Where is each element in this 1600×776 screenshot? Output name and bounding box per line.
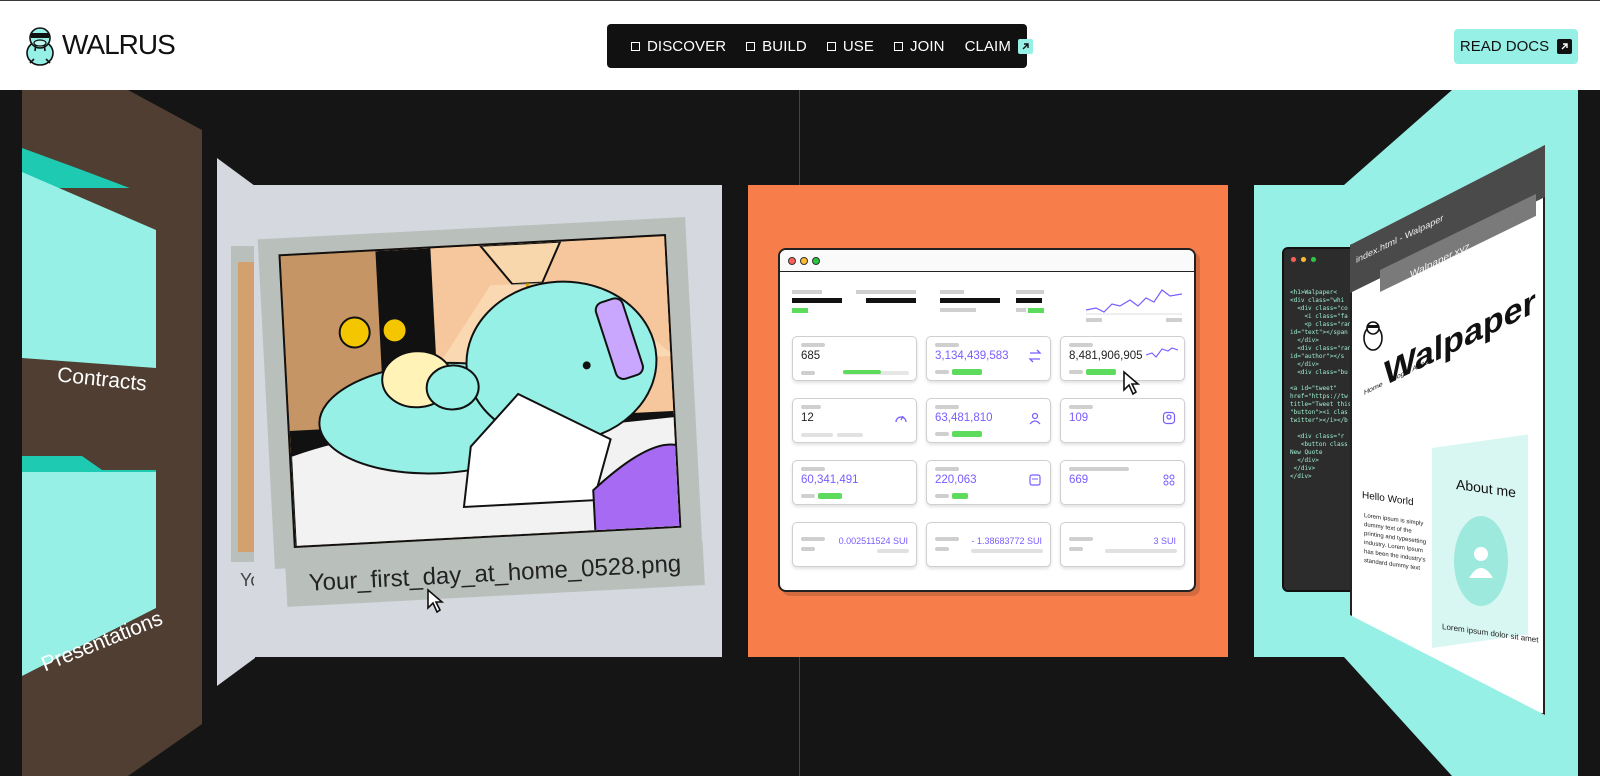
stat-card[interactable]: 3 SUI — [1060, 522, 1185, 567]
stat-card[interactable]: 109 — [1060, 398, 1185, 443]
nav-item-label: JOIN — [910, 37, 945, 55]
walrus-logo-icon — [1363, 321, 1383, 351]
nav-item-label: CLAIM — [964, 37, 1011, 55]
square-icon — [894, 41, 903, 51]
walrus-illustration — [278, 234, 682, 548]
body-text: Lorem ipsum is simply dummy text of the … — [1364, 513, 1427, 572]
stat-card[interactable]: 3,134,439,583 — [926, 336, 1051, 381]
window-titlebar — [780, 250, 1194, 272]
nav-item-join[interactable]: JOIN — [894, 38, 945, 55]
nav-item-discover[interactable]: DISCOVER — [631, 38, 726, 55]
stat-card[interactable]: 669 — [1060, 460, 1185, 505]
square-icon — [826, 41, 836, 51]
maximize-dot-icon[interactable] — [812, 256, 820, 265]
person-icon — [1469, 547, 1493, 578]
stat-value: 669 — [1069, 474, 1089, 486]
read-docs-button[interactable]: READ DOCS — [1454, 29, 1578, 64]
stat-value: - 1.38683772 SUI — [971, 536, 1042, 546]
site-header: WALRUS DISCOVER BUILD USE JOIN CLAIM REA… — [0, 1, 1600, 90]
profile-icon — [1162, 411, 1176, 425]
mouse-cursor-icon — [427, 588, 444, 614]
stat-card[interactable]: 685 — [792, 336, 917, 381]
nav-item-build[interactable]: BUILD — [746, 38, 807, 55]
nav-item-use[interactable]: USE — [826, 37, 874, 55]
stat-card[interactable]: 0.002511524 SUI — [792, 522, 917, 567]
stat-card[interactable]: - 1.38683772 SUI — [926, 522, 1051, 567]
side-photo-image — [238, 262, 255, 552]
stat-value: 63,481,810 — [935, 412, 993, 424]
document-icon — [1029, 474, 1041, 486]
stat-value: 12 — [801, 412, 814, 424]
hero-stage: Contracts Presentations Yo Your_first_da… — [0, 90, 1600, 776]
photo-frame[interactable] — [257, 217, 703, 569]
dashboard-window: 685 3,134,439,583 8,481,906,905 12 63,48… — [778, 248, 1196, 592]
stat-card[interactable]: 60,341,491 — [792, 460, 917, 505]
maximize-dot-icon[interactable] — [1310, 256, 1317, 263]
nav-item-label: USE — [842, 37, 874, 55]
stat-card[interactable]: 12 — [792, 398, 917, 443]
avatar-placeholder — [1454, 516, 1508, 606]
mini-sparkline — [1146, 347, 1178, 358]
stat-value: 109 — [1069, 412, 1089, 424]
read-docs-label: READ DOCS — [1459, 38, 1550, 55]
nav-item-claim[interactable]: CLAIM — [965, 38, 1033, 55]
code-text: <h1>Walpaper< <div class="whi <div class… — [1290, 289, 1356, 480]
nav-item-label: BUILD — [762, 37, 807, 55]
minimize-dot-icon[interactable] — [1300, 256, 1307, 263]
swap-icon — [1028, 349, 1042, 363]
stat-value: 220,063 — [935, 474, 977, 486]
square-icon — [746, 41, 756, 51]
grid-icon — [1163, 474, 1175, 486]
external-arrow-icon — [1017, 38, 1033, 54]
speedometer-icon — [895, 415, 907, 423]
minimize-dot-icon[interactable] — [800, 256, 808, 265]
sparkline-chart — [1086, 289, 1182, 322]
stat-value: 60,341,491 — [801, 474, 859, 486]
square-icon — [631, 41, 640, 51]
logo[interactable]: WALRUS — [22, 23, 176, 67]
nav-item-label: DISCOVER — [647, 37, 727, 55]
stat-card[interactable]: 63,481,810 — [926, 398, 1051, 443]
mouse-cursor-icon — [1123, 370, 1140, 396]
main-nav: DISCOVER BUILD USE JOIN CLAIM — [607, 24, 1033, 68]
walrus-mascot-icon — [26, 27, 54, 66]
stat-value: 3 SUI — [1153, 536, 1176, 546]
user-icon — [1029, 412, 1041, 425]
stat-value: 0.002511524 SUI — [838, 536, 908, 546]
stat-card[interactable]: 220,063 — [926, 460, 1051, 505]
stat-value: 8,481,906,905 — [1069, 350, 1143, 362]
close-dot-icon[interactable] — [788, 256, 796, 265]
external-arrow-icon — [1557, 39, 1573, 54]
stat-value: 685 — [801, 350, 821, 362]
stat-value: 3,134,439,583 — [935, 350, 1009, 362]
brand-name: WALRUS — [62, 29, 176, 60]
code-editor-window: <h1>Walpaper< <div class="whi <div class… — [1282, 247, 1358, 592]
close-dot-icon[interactable] — [1290, 256, 1297, 263]
